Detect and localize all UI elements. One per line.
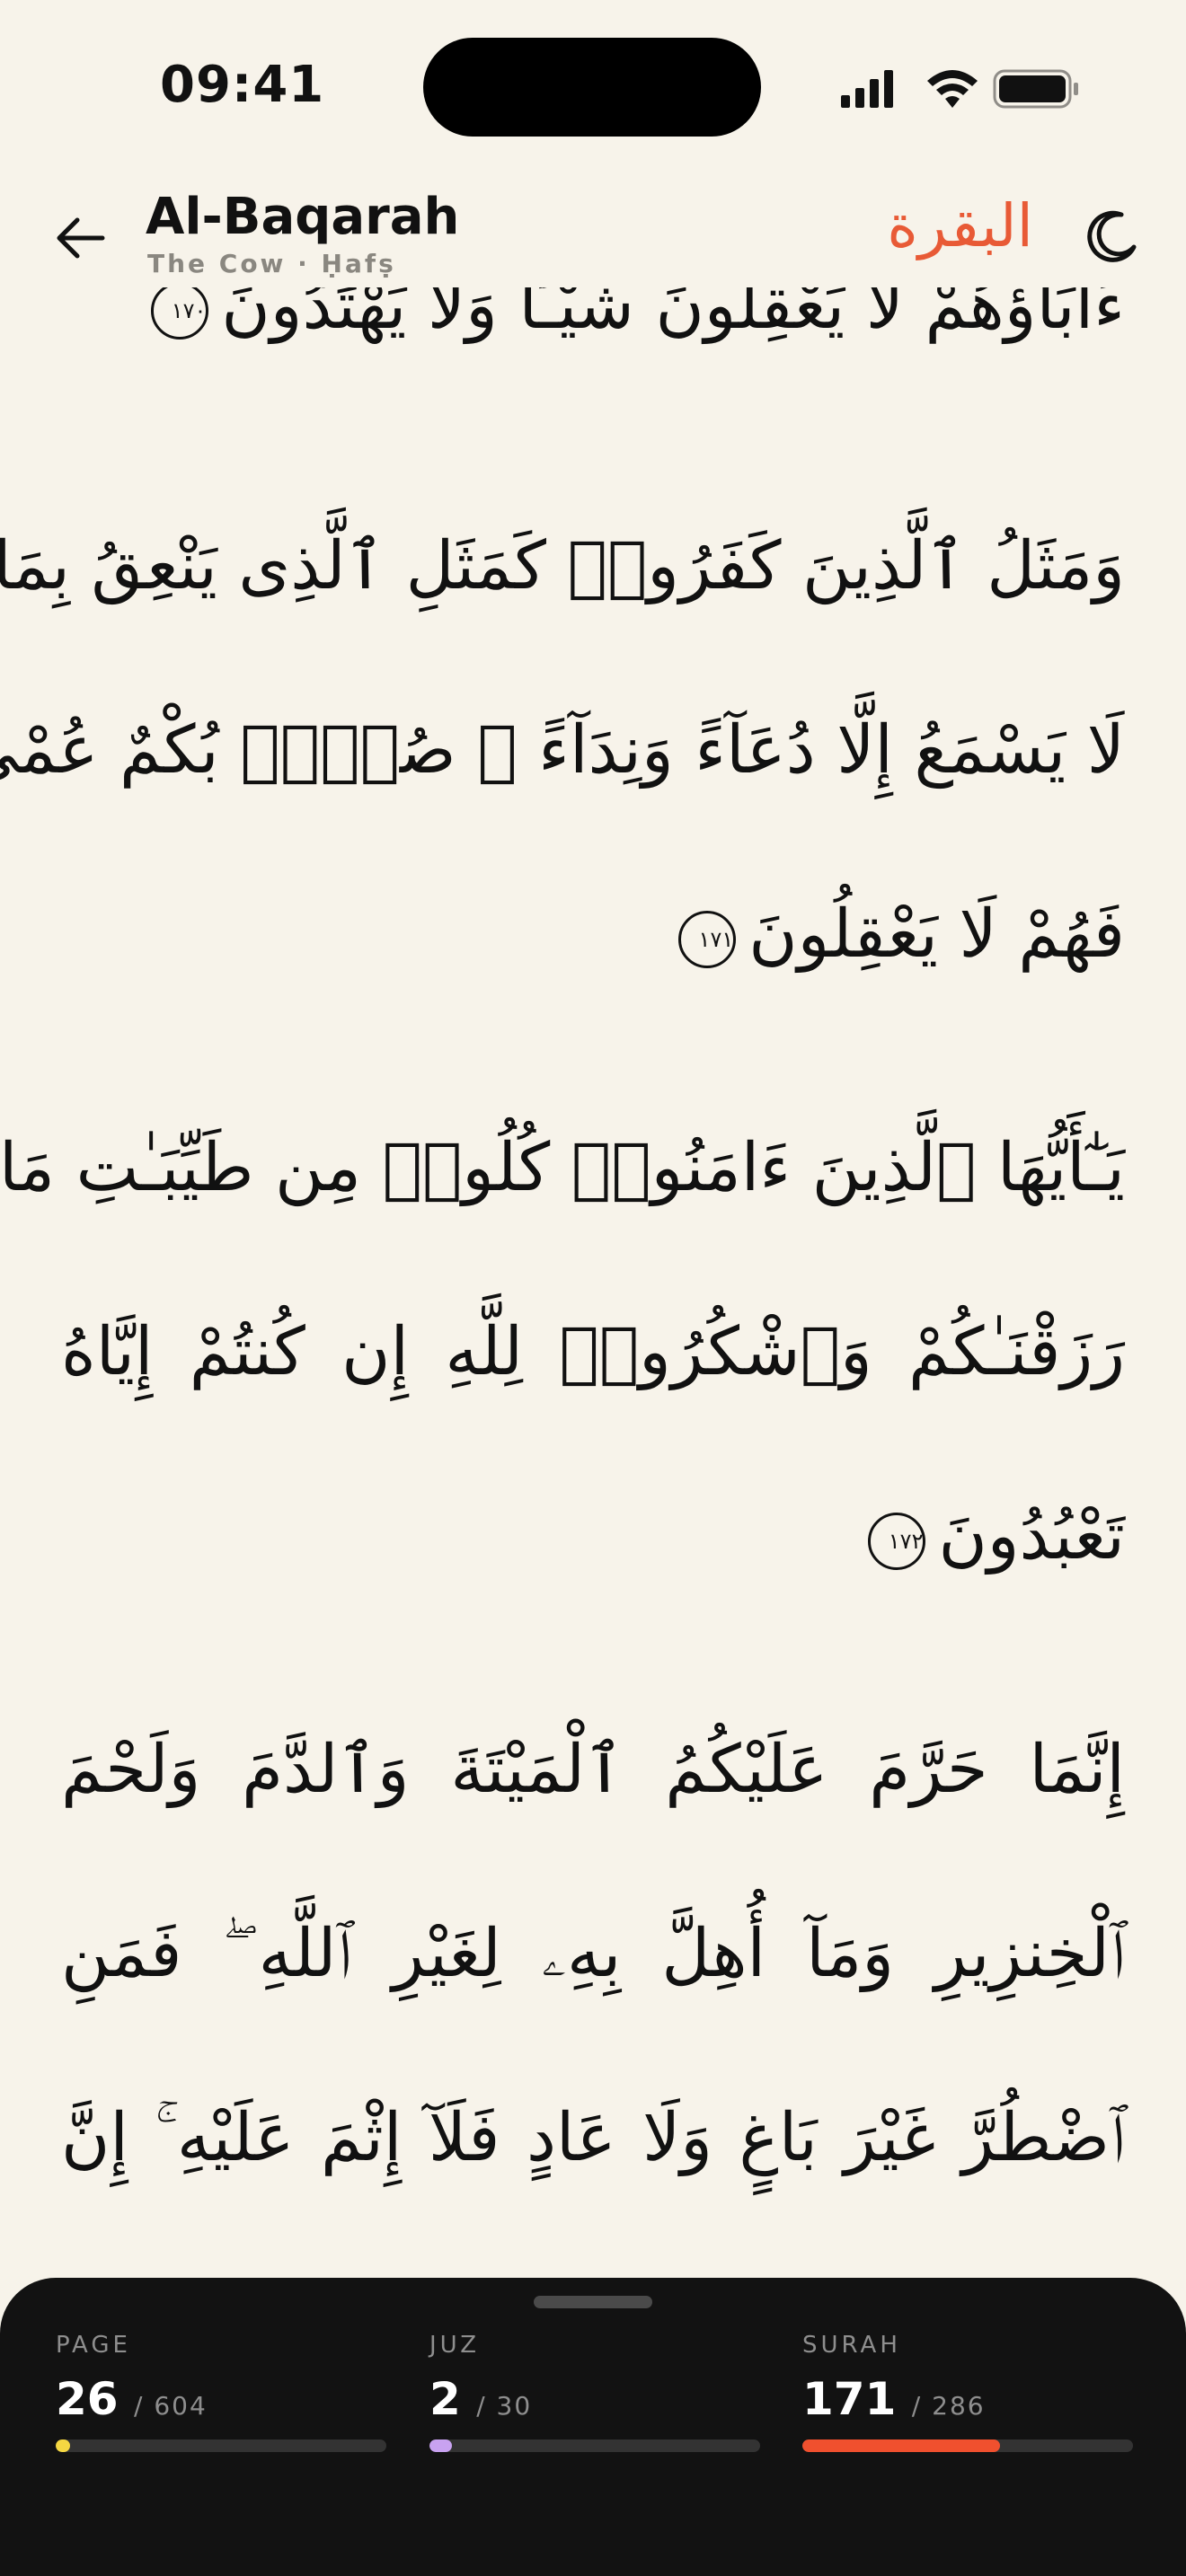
surah-label: SURAH <box>802 2332 901 2359</box>
verse-line: ٱضْطُرَّ غَيْرَ بَاغٍ وَلَا عَادٍ فَلَآ … <box>61 2099 1125 2176</box>
surah-value: 171 / 286 <box>802 2373 986 2425</box>
dynamic-island <box>423 38 761 137</box>
verse-line: فَهُمْ لَا يَعْقِلُونَ١٧١ <box>61 880 1125 988</box>
quran-reader[interactable]: ءَابَآؤُهُمْ لَا يَعْقِلُونَ شَيْـًٔا وَ… <box>0 287 1186 2281</box>
surah-title: Al-Baqarah <box>146 188 460 246</box>
progress-panel[interactable]: PAGE 26 / 604 JUZ 2 / 30 SURAH 171 / 286 <box>0 2278 1186 2576</box>
juz-stat: JUZ 2 / 30 <box>429 2332 762 2457</box>
juz-progress-fill <box>429 2439 452 2452</box>
juz-label: JUZ <box>429 2332 481 2359</box>
status-bar: 09:41 <box>0 0 1186 171</box>
verse-line: يَـٰٓأَيُّهَا ٱلَّذِينَ ءَامَنُوا۟ كُلُو… <box>0 1129 1125 1206</box>
page-label: PAGE <box>56 2332 131 2359</box>
surah-arabic-title: البقرة <box>887 191 1033 260</box>
verse-line: وَمَثَلُ ٱلَّذِينَ كَفَرُوا۟ كَمَثَلِ ٱل… <box>0 527 1125 604</box>
status-icons <box>841 69 1078 109</box>
ayah-marker: ١٧٢ <box>868 1512 926 1570</box>
surah-progress-bar <box>802 2439 1133 2452</box>
verse-line: لَا يَسْمَعُ إِلَّا دُعَآءً وَنِدَآءً ۚ … <box>0 711 1125 789</box>
surah-header: Al-Baqarah The Cow · Ḥafṣ البقرة <box>0 175 1186 301</box>
surah-stat: SURAH 171 / 286 <box>802 2332 1135 2457</box>
battery-icon <box>993 69 1078 109</box>
verse-line: ءَابَآؤُهُمْ لَا يَعْقِلُونَ شَيْـًٔا وَ… <box>61 287 1125 359</box>
page-stat: PAGE 26 / 604 <box>56 2332 388 2457</box>
verse-line: ٱلْخِنزِيرِ وَمَآ أُهِلَّ بِهِۦ لِغَيْرِ… <box>61 1915 1125 1992</box>
surah-subtitle: The Cow · Ḥafṣ <box>147 249 396 278</box>
page-progress-bar <box>56 2439 386 2452</box>
drag-handle[interactable] <box>534 2296 652 2308</box>
status-time: 09:41 <box>160 56 325 114</box>
page-value: 26 / 604 <box>56 2373 208 2425</box>
verse-line: إِنَّمَا حَرَّمَ عَلَيْكُمُ ٱلْمَيْتَةَ … <box>61 1731 1125 1808</box>
ayah-marker: ١٧٠ <box>151 287 209 340</box>
juz-progress-bar <box>429 2439 760 2452</box>
page-progress-fill <box>56 2439 70 2452</box>
moon-icon[interactable] <box>1082 207 1141 267</box>
ayah-marker: ١٧١ <box>678 910 737 968</box>
wifi-icon <box>927 70 978 108</box>
surah-progress-fill <box>802 2439 1001 2452</box>
signal-icon <box>841 70 893 108</box>
verse-line: رَزَقْنَـٰكُمْ وَٱشْكُرُوا۟ لِلَّهِ إِن … <box>61 1313 1125 1390</box>
juz-value: 2 / 30 <box>429 2373 533 2425</box>
back-arrow-icon[interactable] <box>52 209 110 267</box>
verse-line: تَعْبُدُونَ١٧٢ <box>61 1482 1125 1590</box>
